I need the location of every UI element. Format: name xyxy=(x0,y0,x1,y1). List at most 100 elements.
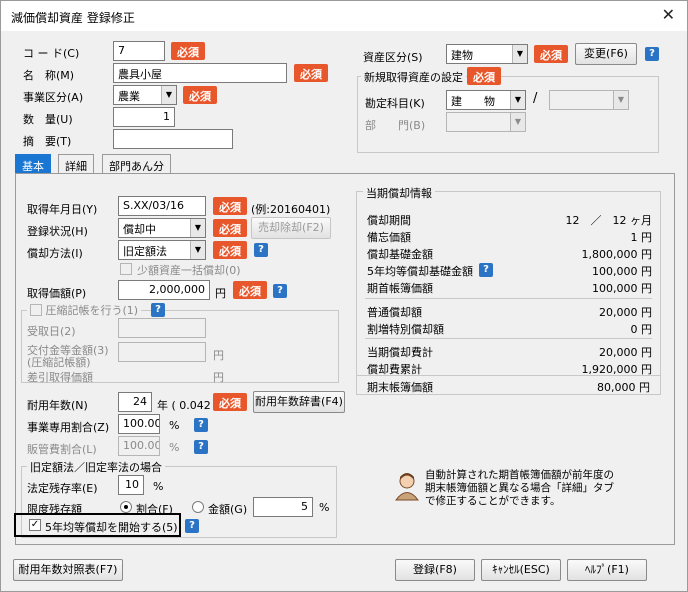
kagaku-required-badge: 必須 xyxy=(233,281,267,299)
asshuku-label: 圧縮記帳を行う(1) xyxy=(45,304,139,317)
jigyo-label: 事業区分(A) xyxy=(23,91,84,104)
asshuku-checkbox[interactable] xyxy=(30,304,42,316)
shutoku-example: (例:20160401) xyxy=(251,203,331,216)
current-period-label: 当期償却情報 xyxy=(363,185,435,201)
tab-basic[interactable]: 基本 xyxy=(15,154,51,174)
divider xyxy=(365,298,652,299)
change-button[interactable]: 変更(F6) xyxy=(575,43,637,65)
kingaku-label: 金額(G) xyxy=(208,503,248,516)
kofukin-sub: (圧縮記帳額) xyxy=(27,356,91,369)
bumon-label: 部 門(B) xyxy=(365,119,426,132)
kofukin-input[interactable] xyxy=(118,342,206,362)
shisan-value: 建物 xyxy=(451,49,473,62)
code-input[interactable]: 7 xyxy=(113,41,165,61)
help-icon[interactable]: ? xyxy=(194,418,208,432)
info-row: 当期償却費計 20,000 円 xyxy=(367,346,652,359)
help-icon[interactable]: ? xyxy=(194,440,208,454)
zanzon-input[interactable]: 10 xyxy=(118,475,144,495)
dialog-window: 減価償却資産 登録修正 ✕ コ ー ド(C) 7 必須 名 称(M) 農具小屋 … xyxy=(0,0,688,592)
shisan-select[interactable]: 建物 ▼ xyxy=(446,44,528,64)
window-title: 減価償却資産 登録修正 xyxy=(11,11,135,25)
chevron-down-icon: ▼ xyxy=(510,113,525,131)
hankan-label: 販管費割合(L) xyxy=(27,443,97,456)
kanjo-value: 建 物 xyxy=(451,95,495,108)
gendo-input[interactable]: 5 xyxy=(253,497,313,517)
tab-bumon[interactable]: 部門あん分 xyxy=(102,154,171,174)
taiyo-input[interactable]: 24 xyxy=(118,392,152,412)
chevron-down-icon: ▼ xyxy=(161,86,176,104)
taiyo-label: 耐用年数(N) xyxy=(27,399,88,412)
name-label: 名 称(M) xyxy=(23,69,75,82)
zanzon-percent: % xyxy=(153,480,164,493)
tekiyo-input[interactable] xyxy=(113,129,233,149)
sashihiki-label: 差引取得価額 xyxy=(27,371,93,384)
closing-value: 80,000 円 xyxy=(597,381,650,394)
name-input[interactable]: 農具小屋 xyxy=(113,63,287,83)
shutoku-required-badge: 必須 xyxy=(213,197,247,215)
juekibi-input[interactable] xyxy=(118,318,206,338)
close-icon[interactable]: ✕ xyxy=(662,5,675,24)
taiyo-rate: 年 ( 0.042 ) xyxy=(157,399,219,412)
bumon-select[interactable]: ▼ xyxy=(446,112,526,132)
current-period-group: 償却期間 12 ／ 12 ヶ月 備忘価額 1 円 償却基礎金額 1,800,000 円… xyxy=(356,191,661,395)
code-label: コ ー ド(C) xyxy=(23,47,80,60)
gendo-percent: % xyxy=(319,501,330,514)
chevron-down-icon: ▼ xyxy=(190,241,205,259)
kagaku-input[interactable]: 2,000,000 xyxy=(118,280,210,300)
jigyo-required-badge: 必須 xyxy=(183,86,217,104)
help-icon[interactable]: ? xyxy=(479,263,493,277)
shokyaku-value: 旧定額法 xyxy=(123,245,167,258)
help-icon[interactable]: ? xyxy=(254,243,268,257)
chevron-down-icon: ▼ xyxy=(190,219,205,237)
shokyaku-required-badge: 必須 xyxy=(213,241,247,259)
shisan-required-badge: 必須 xyxy=(534,45,568,63)
info-row: 期首帳簿価額 100,000 円 xyxy=(367,282,652,295)
info-row: 5年均等償却基礎金額? 100,000 円 xyxy=(367,263,652,278)
shokyaku-select[interactable]: 旧定額法 ▼ xyxy=(118,240,206,260)
tekiyo-label: 摘 要(T) xyxy=(23,135,72,148)
info-row: 備忘価額 1 円 xyxy=(367,231,652,244)
toroku-value: 償却中 xyxy=(123,223,156,236)
baikyaku-button[interactable]: 売却除却(F2) xyxy=(251,217,331,239)
shutoku-input[interactable]: S.XX/03/16 xyxy=(118,196,206,216)
info-row: 普通償却額 20,000 円 xyxy=(367,306,652,319)
help-icon[interactable]: ? xyxy=(645,47,659,61)
tab-detail[interactable]: 詳細 xyxy=(58,154,94,174)
kanjo-select[interactable]: 建 物 ▼ xyxy=(446,90,526,110)
help-icon[interactable]: ? xyxy=(185,519,199,533)
new-asset-group-label: 新規取得資産の設定 xyxy=(361,69,466,85)
info-row: 償却基礎金額 1,800,000 円 xyxy=(367,248,652,261)
toroku-select[interactable]: 償却中 ▼ xyxy=(118,218,206,238)
code-required-badge: 必須 xyxy=(171,42,205,60)
kingaku-radio[interactable] xyxy=(192,501,204,513)
jigyo-wari-input[interactable]: 100.00 xyxy=(118,414,160,434)
slash-separator: / xyxy=(533,91,538,106)
chevron-down-icon: ▼ xyxy=(613,91,628,109)
hankan-input[interactable]: 100.00 xyxy=(118,436,160,456)
closing-label: 期末帳簿価額 xyxy=(367,381,433,394)
dictionary-button[interactable]: 耐用年数辞書(F4) xyxy=(253,391,345,413)
shogaku-checkbox[interactable] xyxy=(120,263,132,275)
divider xyxy=(365,338,652,339)
kagaku-yen: 円 xyxy=(215,287,226,300)
shokyaku-label: 償却方法(I) xyxy=(27,247,83,260)
jigyo-select[interactable]: 農業 ▼ xyxy=(113,85,177,105)
taiyo-table-button[interactable]: 耐用年数対照表(F7) xyxy=(13,559,123,581)
chevron-down-icon: ▼ xyxy=(510,91,525,109)
old-method-group-label: 旧定額法／旧定率法の場合 xyxy=(27,459,165,475)
hint-text: 自動計算された期首帳簿価額が前年度の 期末帳簿価額と異なる場合「詳細」タブ で修… xyxy=(425,469,614,507)
shisan-label: 資産区分(S) xyxy=(363,51,423,64)
help-icon[interactable]: ? xyxy=(151,303,165,317)
kofukin-yen: 円 xyxy=(213,349,224,362)
name-required-badge: 必須 xyxy=(294,64,328,82)
kanjo-sub-select[interactable]: ▼ xyxy=(549,90,629,110)
wariai-radio[interactable] xyxy=(120,501,132,513)
cancel-button[interactable]: ｷｬﾝｾﾙ(ESC) xyxy=(481,559,561,581)
help-button[interactable]: ﾍﾙﾌﾟ(F1) xyxy=(567,559,647,581)
help-icon[interactable]: ? xyxy=(273,284,287,298)
jigyo-wari-label: 事業専用割合(Z) xyxy=(27,421,110,434)
juekibi-label: 受取日(2) xyxy=(27,325,76,338)
suryo-input[interactable]: 1 xyxy=(113,107,175,127)
info-row: 割増特別償却額 0 円 xyxy=(367,323,652,336)
save-button[interactable]: 登録(F8) xyxy=(395,559,475,581)
